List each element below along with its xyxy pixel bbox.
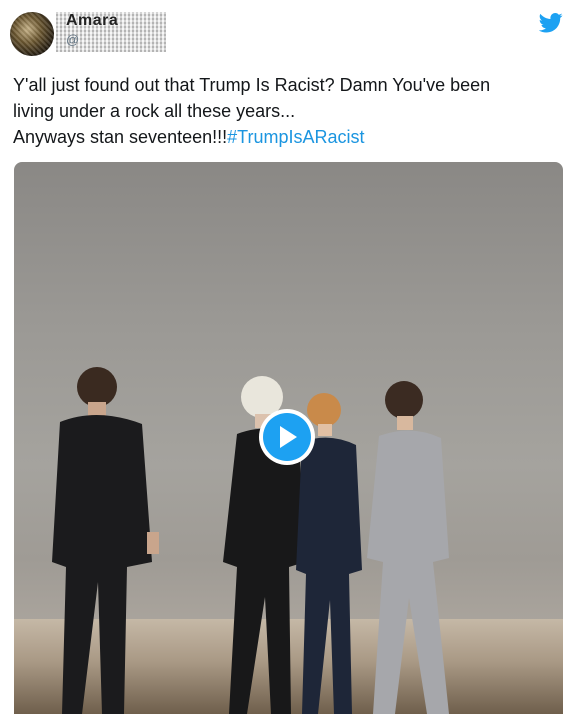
tweet-header: Amara @ [0, 0, 576, 62]
play-button[interactable] [263, 413, 311, 461]
hashtag-link[interactable]: #TrumpIsARacist [227, 127, 364, 147]
handle[interactable]: @ [66, 32, 79, 47]
tweet-text-line: living under a rock all these years... [13, 101, 296, 121]
performer-figure [52, 367, 159, 714]
display-name[interactable]: Amara [66, 12, 118, 30]
tweet-text-line: Anyways stan seventeen!!! [13, 127, 228, 147]
avatar[interactable] [10, 12, 54, 56]
tweet-text-line: Y'all just found out that Trump Is Racis… [13, 75, 491, 95]
tweet-text: Y'all just found out that Trump Is Racis… [13, 72, 563, 150]
twitter-bird-icon[interactable] [539, 12, 563, 34]
video-thumbnail[interactable] [14, 162, 563, 714]
play-icon [280, 426, 297, 448]
performer-figure [367, 381, 449, 714]
